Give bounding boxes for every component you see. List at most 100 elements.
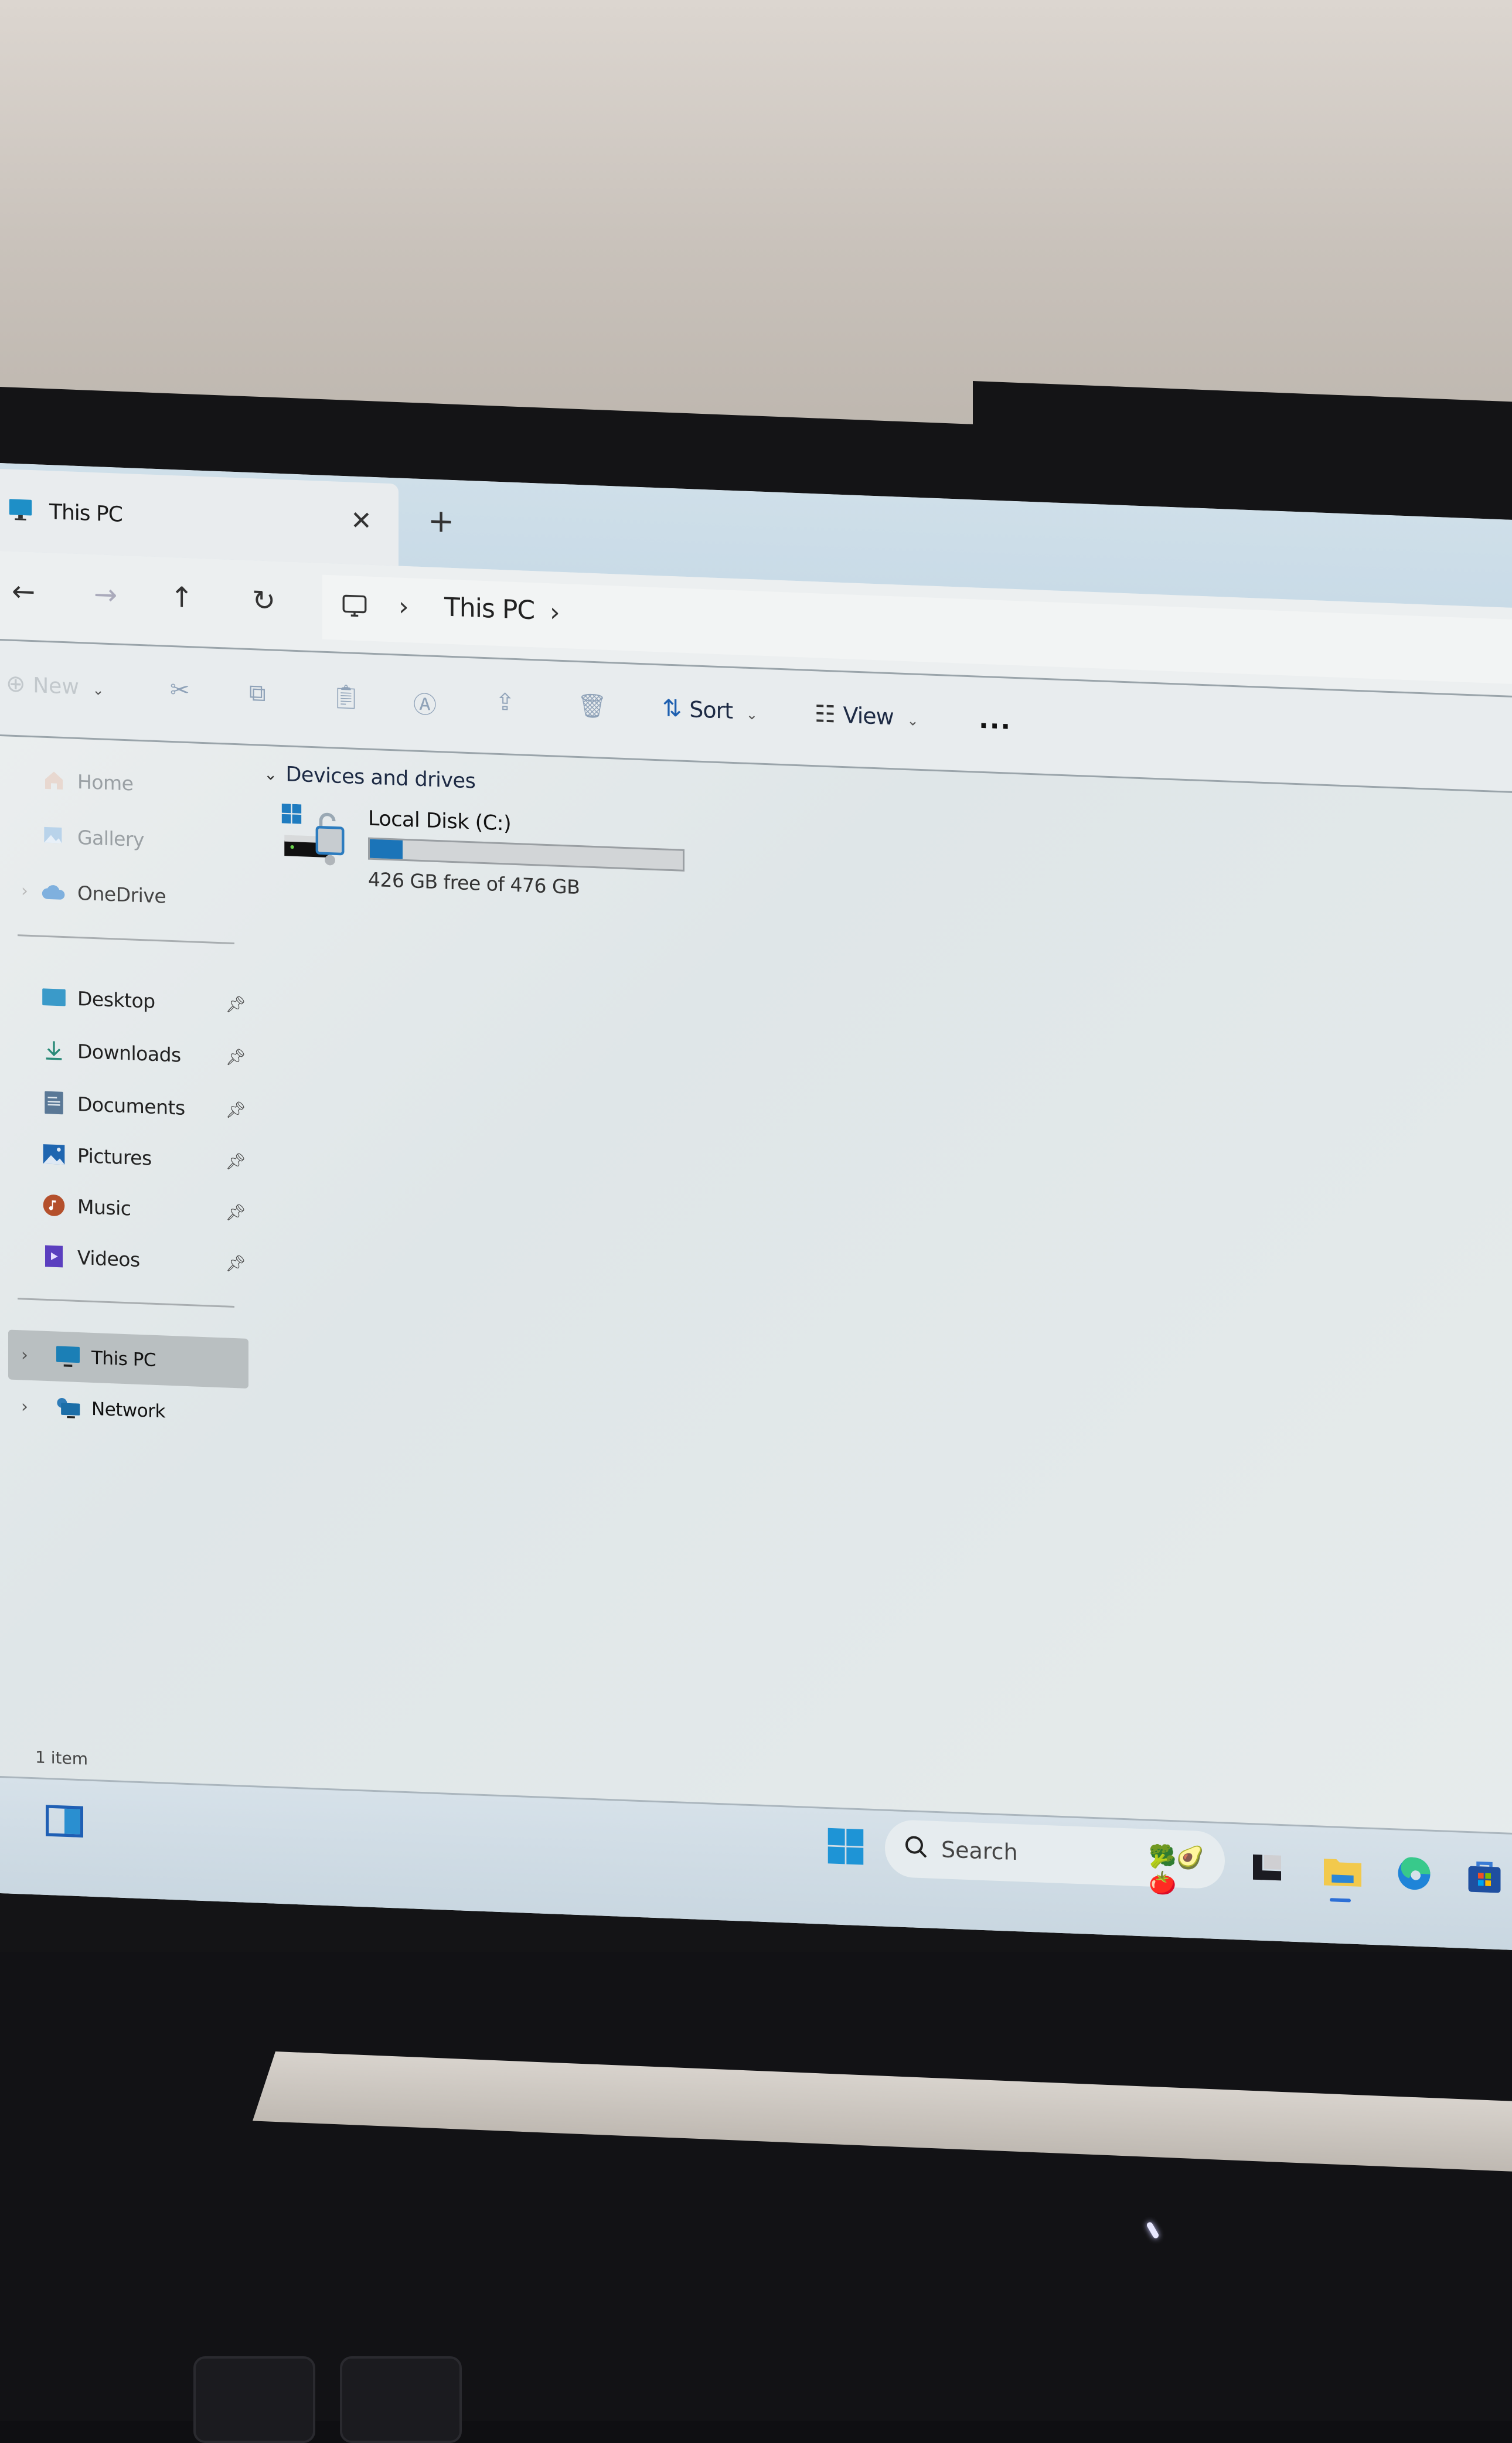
active-app-indicator bbox=[1330, 1898, 1351, 1903]
tab-this-pc[interactable]: This PC ✕ bbox=[0, 469, 399, 566]
sidebar-item-documents[interactable]: Documents 📌︎ bbox=[18, 1081, 246, 1131]
videos-icon bbox=[41, 1243, 67, 1270]
file-list: ⌄ Devices and drives Local Disk (C:) 426 bbox=[252, 744, 1512, 1801]
group-header-devices[interactable]: ⌄ Devices and drives bbox=[264, 762, 476, 794]
wall-background bbox=[0, 0, 1512, 445]
sort-icon: ⇅ bbox=[662, 695, 682, 723]
view-button[interactable]: ☷ View ⌄ bbox=[815, 700, 919, 731]
sidebar-item-label: This PC bbox=[91, 1347, 156, 1371]
group-title: Devices and drives bbox=[285, 763, 476, 794]
sidebar-item-onedrive[interactable]: › OneDrive bbox=[18, 870, 246, 920]
chevron-down-icon: ⌄ bbox=[745, 706, 758, 723]
sidebar-item-gallery[interactable]: Gallery bbox=[18, 814, 246, 864]
windows-start-icon[interactable] bbox=[826, 1826, 865, 1869]
chevron-right-icon[interactable]: › bbox=[21, 1396, 28, 1417]
chevron-right-icon[interactable]: › bbox=[21, 1345, 28, 1365]
sidebar-item-label: Desktop bbox=[77, 986, 155, 1013]
sidebar-item-label: OneDrive bbox=[77, 881, 166, 908]
sidebar-item-label: Documents bbox=[77, 1092, 185, 1120]
edge-browser-icon[interactable] bbox=[1395, 1853, 1432, 1892]
rename-icon[interactable]: Ⓐ bbox=[413, 685, 437, 720]
microsoft-store-icon[interactable] bbox=[1465, 1856, 1503, 1895]
chevron-down-icon: ⌄ bbox=[907, 712, 919, 729]
divider bbox=[18, 934, 234, 945]
widgets-icon[interactable] bbox=[1248, 1848, 1286, 1887]
search-icon bbox=[903, 1833, 931, 1864]
network-icon bbox=[55, 1395, 81, 1422]
desktop-folder-icon bbox=[41, 984, 67, 1011]
chevron-right-icon[interactable]: › bbox=[21, 880, 28, 901]
sidebar-item-this-pc[interactable]: › This PC bbox=[8, 1329, 248, 1389]
drive-free-space: 426 GB free of 476 GB bbox=[368, 867, 580, 899]
breadcrumb-this-pc[interactable]: This PC bbox=[444, 592, 534, 625]
drive-usage-fill bbox=[370, 839, 403, 859]
sort-button[interactable]: ⇅ Sort ⌄ bbox=[662, 695, 758, 725]
copy-icon[interactable]: ⧉ bbox=[249, 679, 266, 707]
pin-icon[interactable]: 📌︎ bbox=[225, 1253, 246, 1273]
snap-layout-icon[interactable] bbox=[46, 1804, 83, 1840]
gallery-icon bbox=[41, 823, 67, 850]
keyboard-key bbox=[193, 2356, 315, 2443]
divider bbox=[18, 1298, 234, 1308]
tab-title: This PC bbox=[49, 499, 122, 527]
view-list-icon: ☷ bbox=[815, 700, 836, 729]
navigation-pane: Home Gallery › OneDrive Desktop 📌︎ Downl… bbox=[0, 734, 252, 1752]
chevron-right-icon: › bbox=[399, 591, 409, 622]
search-highlight-icon: 🥦🥑🍅 bbox=[1149, 1843, 1204, 1897]
close-icon[interactable]: ✕ bbox=[350, 505, 372, 536]
arrow-left-icon[interactable]: ← bbox=[12, 575, 35, 609]
drive-name: Local Disk (C:) bbox=[368, 807, 512, 836]
share-icon[interactable]: ⇪ bbox=[495, 689, 515, 716]
computer-icon bbox=[55, 1343, 81, 1370]
more-options-button[interactable]: ... bbox=[979, 705, 1012, 736]
home-icon bbox=[41, 767, 67, 794]
sidebar-item-downloads[interactable]: Downloads 📌︎ bbox=[18, 1028, 246, 1078]
sidebar-item-videos[interactable]: Videos 📌︎ bbox=[18, 1234, 246, 1284]
pin-icon[interactable]: 📌︎ bbox=[225, 1202, 246, 1222]
sidebar-item-label: Home bbox=[77, 770, 134, 795]
pin-icon[interactable]: 📌︎ bbox=[225, 1047, 246, 1067]
item-count: 1 item bbox=[35, 1747, 88, 1769]
new-label: New bbox=[33, 673, 79, 700]
sidebar-item-label: Downloads bbox=[77, 1039, 181, 1067]
drive-item[interactable]: Local Disk (C:) 426 GB free of 476 GB bbox=[281, 804, 703, 919]
sidebar-item-desktop[interactable]: Desktop 📌︎ bbox=[18, 975, 246, 1025]
sidebar-item-label: Music bbox=[77, 1195, 131, 1220]
view-label: View bbox=[843, 702, 894, 730]
music-icon bbox=[41, 1192, 67, 1219]
sidebar-item-label: Network bbox=[91, 1398, 165, 1423]
drive-usage-bar bbox=[368, 837, 685, 872]
plus-circle-icon: ⊕ bbox=[6, 670, 26, 698]
chevron-down-icon: ⌄ bbox=[264, 764, 278, 784]
cut-icon[interactable]: ✂ bbox=[170, 676, 190, 704]
chevron-down-icon: ⌄ bbox=[92, 681, 104, 699]
keyboard-key bbox=[340, 2356, 462, 2443]
delete-icon[interactable]: 🗑︎ bbox=[577, 692, 607, 720]
pin-icon[interactable]: 📌︎ bbox=[225, 1100, 246, 1120]
computer-icon bbox=[7, 495, 34, 526]
download-icon bbox=[41, 1037, 67, 1064]
plus-icon[interactable]: + bbox=[428, 502, 454, 540]
pictures-icon bbox=[41, 1141, 67, 1168]
pin-icon[interactable]: 📌︎ bbox=[225, 1151, 246, 1171]
pin-icon[interactable]: 📌︎ bbox=[225, 994, 246, 1014]
taskbar-search-input[interactable]: Search 🥦🥑🍅 bbox=[885, 1819, 1225, 1896]
screen: This PC ✕ + ← → ↑ ↻ › This PC › ⊕ New ⌄ … bbox=[0, 463, 1512, 1953]
computer-outline-icon bbox=[340, 592, 369, 625]
drive-icon bbox=[281, 804, 360, 879]
file-explorer-icon[interactable] bbox=[1322, 1851, 1361, 1903]
sidebar-item-music[interactable]: Music 📌︎ bbox=[18, 1183, 246, 1233]
arrow-right-icon[interactable]: → bbox=[94, 578, 117, 612]
refresh-icon[interactable]: ↻ bbox=[252, 584, 275, 618]
document-icon bbox=[41, 1090, 67, 1117]
sidebar-item-network[interactable]: › Network bbox=[8, 1386, 237, 1435]
new-button[interactable]: ⊕ New ⌄ bbox=[6, 670, 104, 700]
laptop-deck bbox=[0, 1952, 1512, 2421]
paste-icon[interactable]: 📋︎ bbox=[331, 682, 361, 711]
cloud-icon bbox=[41, 879, 67, 906]
chevron-right-icon[interactable]: › bbox=[550, 597, 560, 628]
sidebar-item-pictures[interactable]: Pictures 📌︎ bbox=[18, 1132, 246, 1182]
sidebar-item-label: Videos bbox=[77, 1246, 140, 1271]
sidebar-item-home[interactable]: Home bbox=[18, 758, 246, 808]
arrow-up-icon[interactable]: ↑ bbox=[170, 581, 193, 615]
